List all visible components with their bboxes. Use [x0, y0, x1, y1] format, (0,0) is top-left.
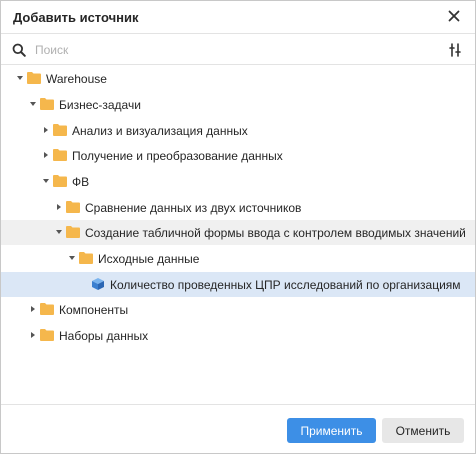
- cancel-button[interactable]: Отменить: [382, 418, 464, 443]
- tree-item-datasets[interactable]: Наборы данных: [1, 323, 475, 348]
- folder-icon: [40, 98, 54, 110]
- search-icon: [12, 43, 26, 57]
- expand-arrow-right-icon[interactable]: [30, 306, 36, 312]
- tree-item-business-tasks[interactable]: Бизнес-задачи: [1, 92, 475, 117]
- folder-icon: [40, 329, 54, 341]
- folder-icon: [40, 303, 54, 315]
- tree-item-source-data[interactable]: Исходные данные: [1, 246, 475, 271]
- tree-item-label: Создание табличной формы ввода с контрол…: [85, 226, 466, 240]
- folder-icon: [66, 201, 80, 213]
- dialog-footer: Применить Отменить: [1, 404, 475, 453]
- source-tree: Warehouse Бизнес-задачи Анализ и визуали…: [1, 66, 475, 404]
- tree-item-label: Получение и преобразование данных: [72, 149, 283, 163]
- tree-item-cube-cpr-research[interactable]: Количество проведенных ЦПР исследований …: [1, 272, 475, 297]
- close-icon[interactable]: [445, 7, 463, 25]
- folder-icon: [53, 124, 67, 136]
- expand-arrow-right-icon[interactable]: [43, 152, 49, 158]
- expand-arrow-down-icon[interactable]: [30, 101, 36, 107]
- tree-item-label: Наборы данных: [59, 329, 149, 343]
- search-bar: [1, 35, 475, 65]
- tree-item-label: Сравнение данных из двух источников: [85, 201, 302, 215]
- expand-arrow-right-icon[interactable]: [30, 332, 36, 338]
- tree-item-label: Компоненты: [59, 303, 129, 317]
- expand-arrow-down-icon[interactable]: [17, 75, 23, 81]
- tree-item-label: Warehouse: [46, 72, 107, 86]
- add-source-dialog: Добавить источник Warehouse Бизнес-задач…: [0, 0, 476, 454]
- tree-item-compare-sources[interactable]: Сравнение данных из двух источников: [1, 195, 475, 220]
- dialog-header: Добавить источник: [1, 1, 475, 34]
- tree-item-label: ФВ: [72, 175, 90, 189]
- cube-icon: [92, 278, 104, 290]
- tree-item-table-form[interactable]: Создание табличной формы ввода с контрол…: [1, 220, 475, 245]
- tree-item-label: Количество проведенных ЦПР исследований …: [110, 278, 461, 292]
- expand-arrow-down-icon[interactable]: [56, 229, 62, 235]
- folder-icon: [79, 252, 93, 264]
- expand-arrow-right-icon[interactable]: [56, 204, 62, 210]
- expand-arrow-down-icon[interactable]: [69, 255, 75, 261]
- expand-arrow-down-icon[interactable]: [43, 178, 49, 184]
- apply-button[interactable]: Применить: [287, 418, 376, 443]
- search-input[interactable]: [35, 40, 425, 60]
- expand-arrow-right-icon[interactable]: [43, 127, 49, 133]
- tree-item-analysis-visualization[interactable]: Анализ и визуализация данных: [1, 118, 475, 143]
- filter-settings-icon[interactable]: [447, 42, 463, 58]
- folder-icon: [53, 149, 67, 161]
- tree-item-label: Бизнес-задачи: [59, 98, 141, 112]
- tree-item-fv[interactable]: ФВ: [1, 169, 475, 194]
- tree-item-warehouse[interactable]: Warehouse: [1, 66, 475, 91]
- tree-item-components[interactable]: Компоненты: [1, 297, 475, 322]
- tree-item-data-acquisition[interactable]: Получение и преобразование данных: [1, 143, 475, 168]
- folder-icon: [53, 175, 67, 187]
- tree-item-label: Анализ и визуализация данных: [72, 124, 248, 138]
- folder-icon: [66, 226, 80, 238]
- folder-icon: [27, 72, 41, 84]
- tree-item-label: Исходные данные: [98, 252, 200, 266]
- dialog-title: Добавить источник: [13, 10, 139, 25]
